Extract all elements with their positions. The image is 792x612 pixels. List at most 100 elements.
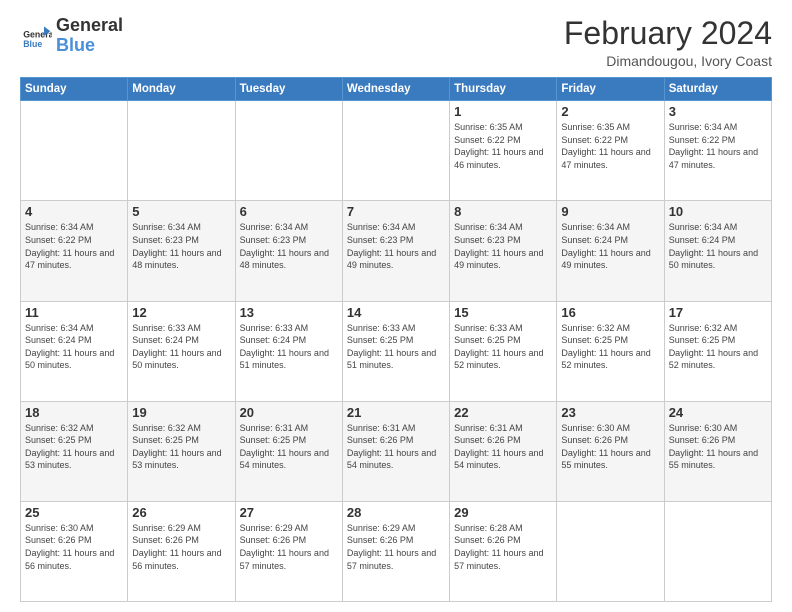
calendar-cell: 24 Sunrise: 6:30 AMSunset: 6:26 PMDayligh…: [664, 401, 771, 501]
day-number: 10: [669, 204, 767, 219]
calendar-cell: 22Sunrise: 6:31 AMSunset: 6:26 PMDayligh…: [450, 401, 557, 501]
day-info: Sunrise: 6:33 AMSunset: 6:24 PMDaylight:…: [132, 322, 230, 372]
calendar-cell: 4 Sunrise: 6:34 AMSunset: 6:22 PMDaylight…: [21, 201, 128, 301]
day-info: Sunrise: 6:34 AMSunset: 6:24 PMDaylight:…: [669, 221, 767, 271]
day-number: 19: [132, 405, 230, 420]
day-info: Sunrise: 6:34 AMSunset: 6:23 PMDaylight:…: [132, 221, 230, 271]
calendar-week-5: 25 Sunrise: 6:30 AMSunset: 6:26 PMDayligh…: [21, 501, 772, 601]
calendar-cell: 7 Sunrise: 6:34 AMSunset: 6:23 PMDaylight…: [342, 201, 449, 301]
day-number: 3: [669, 104, 767, 119]
calendar-cell: 15 Sunrise: 6:33 AMSunset: 6:25 PMDayligh…: [450, 301, 557, 401]
calendar-cell: 20 Sunrise: 6:31 AMSunset: 6:25 PMDayligh…: [235, 401, 342, 501]
day-number: 14: [347, 305, 445, 320]
day-info: Sunrise: 6:34 AMSunset: 6:24 PMDaylight:…: [561, 221, 659, 271]
day-number: 15: [454, 305, 552, 320]
calendar-cell: 10 Sunrise: 6:34 AMSunset: 6:24 PMDayligh…: [664, 201, 771, 301]
calendar-table: Sunday Monday Tuesday Wednesday Thursday…: [20, 77, 772, 602]
calendar-week-3: 11Sunrise: 6:34 AMSunset: 6:24 PMDayligh…: [21, 301, 772, 401]
day-number: 28: [347, 505, 445, 520]
day-number: 13: [240, 305, 338, 320]
day-number: 16: [561, 305, 659, 320]
calendar-cell: 8 Sunrise: 6:34 AMSunset: 6:23 PMDaylight…: [450, 201, 557, 301]
day-info: Sunrise: 6:34 AMSunset: 6:23 PMDaylight:…: [454, 221, 552, 271]
day-info: Sunrise: 6:34 AMSunset: 6:23 PMDaylight:…: [347, 221, 445, 271]
logo-icon: General Blue: [20, 20, 52, 52]
day-info: Sunrise: 6:34 AMSunset: 6:23 PMDaylight:…: [240, 221, 338, 271]
col-friday: Friday: [557, 78, 664, 101]
day-info: Sunrise: 6:33 AMSunset: 6:25 PMDaylight:…: [347, 322, 445, 372]
day-info: Sunrise: 6:28 AMSunset: 6:26 PMDaylight:…: [454, 522, 552, 572]
day-info: Sunrise: 6:34 AMSunset: 6:22 PMDaylight:…: [25, 221, 123, 271]
day-number: 18: [25, 405, 123, 420]
calendar-cell: 11Sunrise: 6:34 AMSunset: 6:24 PMDayligh…: [21, 301, 128, 401]
calendar-cell: 2 Sunrise: 6:35 AMSunset: 6:22 PMDaylight…: [557, 101, 664, 201]
calendar-cell: 6 Sunrise: 6:34 AMSunset: 6:23 PMDaylight…: [235, 201, 342, 301]
calendar-cell: 28 Sunrise: 6:29 AMSunset: 6:26 PMDayligh…: [342, 501, 449, 601]
day-info: Sunrise: 6:31 AMSunset: 6:26 PMDaylight:…: [454, 422, 552, 472]
calendar-cell: 27 Sunrise: 6:29 AMSunset: 6:26 PMDayligh…: [235, 501, 342, 601]
calendar-cell: 9 Sunrise: 6:34 AMSunset: 6:24 PMDaylight…: [557, 201, 664, 301]
day-number: 2: [561, 104, 659, 119]
main-title: February 2024: [564, 16, 772, 51]
calendar-cell: 13 Sunrise: 6:33 AMSunset: 6:24 PMDayligh…: [235, 301, 342, 401]
calendar-week-1: 1 Sunrise: 6:35 AMSunset: 6:22 PMDaylight…: [21, 101, 772, 201]
calendar-cell: 16 Sunrise: 6:32 AMSunset: 6:25 PMDayligh…: [557, 301, 664, 401]
day-info: Sunrise: 6:29 AMSunset: 6:26 PMDaylight:…: [240, 522, 338, 572]
svg-text:Blue: Blue: [23, 39, 42, 49]
day-info: Sunrise: 6:29 AMSunset: 6:26 PMDaylight:…: [347, 522, 445, 572]
day-number: 5: [132, 204, 230, 219]
day-number: 21: [347, 405, 445, 420]
calendar-cell: 12Sunrise: 6:33 AMSunset: 6:24 PMDayligh…: [128, 301, 235, 401]
day-number: 9: [561, 204, 659, 219]
calendar-cell: 17Sunrise: 6:32 AMSunset: 6:25 PMDayligh…: [664, 301, 771, 401]
calendar-cell: 14 Sunrise: 6:33 AMSunset: 6:25 PMDayligh…: [342, 301, 449, 401]
day-number: 23: [561, 405, 659, 420]
day-number: 4: [25, 204, 123, 219]
day-info: Sunrise: 6:32 AMSunset: 6:25 PMDaylight:…: [132, 422, 230, 472]
day-number: 1: [454, 104, 552, 119]
calendar-cell: [128, 101, 235, 201]
day-info: Sunrise: 6:30 AMSunset: 6:26 PMDaylight:…: [561, 422, 659, 472]
calendar-week-2: 4 Sunrise: 6:34 AMSunset: 6:22 PMDaylight…: [21, 201, 772, 301]
col-tuesday: Tuesday: [235, 78, 342, 101]
day-number: 24: [669, 405, 767, 420]
day-info: Sunrise: 6:34 AMSunset: 6:22 PMDaylight:…: [669, 121, 767, 171]
day-number: 20: [240, 405, 338, 420]
day-number: 7: [347, 204, 445, 219]
day-info: Sunrise: 6:34 AMSunset: 6:24 PMDaylight:…: [25, 322, 123, 372]
title-block: February 2024 Dimandougou, Ivory Coast: [564, 16, 772, 69]
day-info: Sunrise: 6:30 AMSunset: 6:26 PMDaylight:…: [669, 422, 767, 472]
day-number: 6: [240, 204, 338, 219]
day-info: Sunrise: 6:30 AMSunset: 6:26 PMDaylight:…: [25, 522, 123, 572]
calendar-cell: 25 Sunrise: 6:30 AMSunset: 6:26 PMDayligh…: [21, 501, 128, 601]
calendar-cell: [21, 101, 128, 201]
day-number: 27: [240, 505, 338, 520]
day-number: 8: [454, 204, 552, 219]
page: General Blue GeneralBlue February 2024 D…: [0, 0, 792, 612]
calendar-cell: [557, 501, 664, 601]
col-thursday: Thursday: [450, 78, 557, 101]
subtitle: Dimandougou, Ivory Coast: [564, 53, 772, 69]
day-info: Sunrise: 6:31 AMSunset: 6:25 PMDaylight:…: [240, 422, 338, 472]
day-info: Sunrise: 6:35 AMSunset: 6:22 PMDaylight:…: [561, 121, 659, 171]
day-info: Sunrise: 6:31 AMSunset: 6:26 PMDaylight:…: [347, 422, 445, 472]
calendar-week-4: 18 Sunrise: 6:32 AMSunset: 6:25 PMDayligh…: [21, 401, 772, 501]
calendar-cell: 29 Sunrise: 6:28 AMSunset: 6:26 PMDayligh…: [450, 501, 557, 601]
calendar-cell: 19 Sunrise: 6:32 AMSunset: 6:25 PMDayligh…: [128, 401, 235, 501]
day-info: Sunrise: 6:32 AMSunset: 6:25 PMDaylight:…: [561, 322, 659, 372]
day-info: Sunrise: 6:35 AMSunset: 6:22 PMDaylight:…: [454, 121, 552, 171]
logo: General Blue GeneralBlue: [20, 16, 123, 56]
day-info: Sunrise: 6:32 AMSunset: 6:25 PMDaylight:…: [25, 422, 123, 472]
day-number: 29: [454, 505, 552, 520]
day-number: 25: [25, 505, 123, 520]
calendar-header-row: Sunday Monday Tuesday Wednesday Thursday…: [21, 78, 772, 101]
col-monday: Monday: [128, 78, 235, 101]
col-saturday: Saturday: [664, 78, 771, 101]
day-info: Sunrise: 6:33 AMSunset: 6:24 PMDaylight:…: [240, 322, 338, 372]
day-info: Sunrise: 6:33 AMSunset: 6:25 PMDaylight:…: [454, 322, 552, 372]
calendar-cell: [342, 101, 449, 201]
header: General Blue GeneralBlue February 2024 D…: [20, 16, 772, 69]
calendar-cell: [664, 501, 771, 601]
day-info: Sunrise: 6:32 AMSunset: 6:25 PMDaylight:…: [669, 322, 767, 372]
calendar-cell: 1 Sunrise: 6:35 AMSunset: 6:22 PMDaylight…: [450, 101, 557, 201]
